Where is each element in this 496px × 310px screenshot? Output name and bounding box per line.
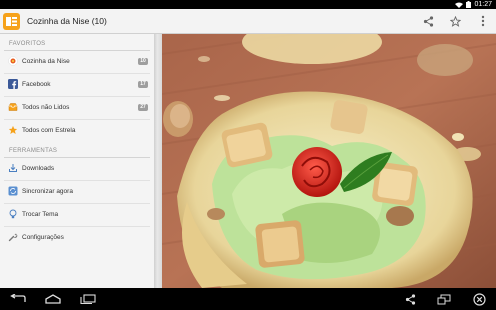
drawer-item-configuracoes[interactable]: Configurações	[0, 227, 154, 249]
drawer-item-sincronizar-agora[interactable]: Sincronizar agora	[0, 181, 154, 203]
feed-reader-logo[interactable]	[3, 13, 20, 30]
download-icon	[9, 164, 17, 172]
drawer-item-downloads[interactable]: Downloads	[0, 158, 154, 180]
site-favicon-icon	[8, 56, 18, 66]
overflow-menu-icon	[481, 15, 485, 27]
back-button[interactable]	[7, 291, 29, 307]
status-time: 01:27	[474, 1, 492, 8]
action-bar: Cozinha da Nise (10)	[0, 9, 496, 34]
drawer-item-label: Downloads	[22, 165, 55, 172]
star-outline-icon	[449, 15, 461, 27]
drawer-item-label: Trocar Tema	[22, 211, 59, 218]
drawer-item-facebook[interactable]: Facebook 17	[0, 74, 154, 96]
drawer-item-label: Sincronizar agora	[22, 188, 73, 195]
drawer-item-cozinha-da-nise[interactable]: Cozinha da Nise 10	[0, 51, 154, 73]
unread-count-badge: 27	[138, 104, 148, 111]
unread-inbox-icon	[8, 103, 18, 111]
status-bar: 01:27	[0, 0, 496, 9]
article-image[interactable]	[162, 34, 496, 288]
facebook-icon	[8, 79, 18, 89]
home-icon	[45, 294, 61, 304]
close-button[interactable]	[470, 291, 488, 307]
theme-bulb-icon	[9, 209, 17, 219]
recent-apps-button[interactable]	[78, 291, 98, 307]
drawer-item-label: Todos com Estrela	[22, 127, 76, 134]
wifi-icon	[455, 2, 464, 8]
share-icon	[405, 293, 415, 305]
overflow-menu-button[interactable]	[474, 12, 492, 30]
screen-rotate-icon	[437, 294, 451, 304]
drawer-item-todos-nao-lidos[interactable]: Todos não Lidos 27	[0, 97, 154, 119]
home-button[interactable]	[43, 291, 63, 307]
drawer-item-trocar-tema[interactable]: Trocar Tema	[0, 204, 154, 226]
navigation-drawer: FAVORITOS Cozinha da Nise 10 Facebook 17…	[0, 34, 154, 288]
share-nav-button[interactable]	[402, 291, 418, 307]
drawer-item-label: Cozinha da Nise	[22, 58, 70, 65]
star-icon	[8, 125, 18, 134]
sync-icon	[8, 186, 18, 196]
page-title: Cozinha da Nise (10)	[27, 16, 107, 26]
drawer-item-label: Facebook	[22, 81, 51, 88]
battery-icon	[466, 1, 472, 8]
recent-apps-icon	[80, 294, 96, 304]
wrench-icon	[8, 233, 18, 242]
unread-count-badge: 10	[138, 58, 148, 65]
close-circle-icon	[472, 292, 486, 306]
drawer-shadow	[154, 34, 162, 288]
share-button[interactable]	[419, 12, 437, 30]
drawer-item-label: Configurações	[22, 234, 64, 241]
share-icon	[423, 15, 433, 27]
status-indicators: 01:27	[455, 0, 492, 9]
unread-count-badge: 17	[138, 81, 148, 88]
system-navigation-bar	[0, 288, 496, 310]
drawer-item-todos-com-estrela[interactable]: Todos com Estrela	[0, 120, 154, 142]
back-icon	[10, 294, 26, 302]
screen-rotate-button[interactable]	[436, 291, 452, 307]
star-button[interactable]	[446, 12, 464, 30]
drawer-item-label: Todos não Lidos	[22, 104, 70, 111]
